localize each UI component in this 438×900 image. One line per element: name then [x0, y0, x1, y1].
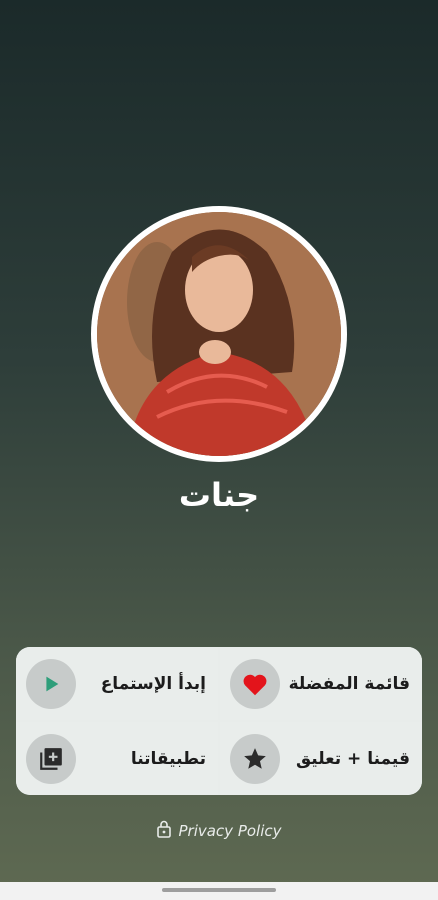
gesture-handle[interactable] — [162, 888, 276, 892]
our-apps-label: تطبيقاتنا — [130, 748, 206, 769]
star-icon — [230, 733, 280, 784]
privacy-policy-link[interactable]: Privacy Policy — [0, 820, 438, 842]
add-library-icon — [26, 733, 76, 784]
artist-photo — [97, 212, 341, 456]
our-apps-button[interactable]: تطبيقاتنا — [16, 722, 218, 795]
start-listening-button[interactable]: إبدأ الإستماع — [16, 647, 218, 720]
privacy-policy-label: Privacy Policy — [178, 822, 282, 840]
artist-name: جنات — [178, 476, 260, 514]
artist-photo-illustration — [97, 212, 341, 456]
rate-label: قيمنا + تعليق — [295, 748, 410, 769]
favorites-button[interactable]: قائمة المفضلة — [220, 647, 422, 720]
play-icon — [26, 658, 76, 709]
lock-icon — [156, 820, 172, 842]
rate-button[interactable]: قيمنا + تعليق — [220, 722, 422, 795]
start-listening-label: إبدأ الإستماع — [100, 673, 206, 694]
main-menu: إبدأ الإستماع قائمة المفضلة تطبيقاتنا قي… — [16, 647, 422, 795]
heart-icon — [230, 658, 280, 709]
artist-avatar — [91, 206, 347, 462]
favorites-label: قائمة المفضلة — [288, 673, 410, 694]
